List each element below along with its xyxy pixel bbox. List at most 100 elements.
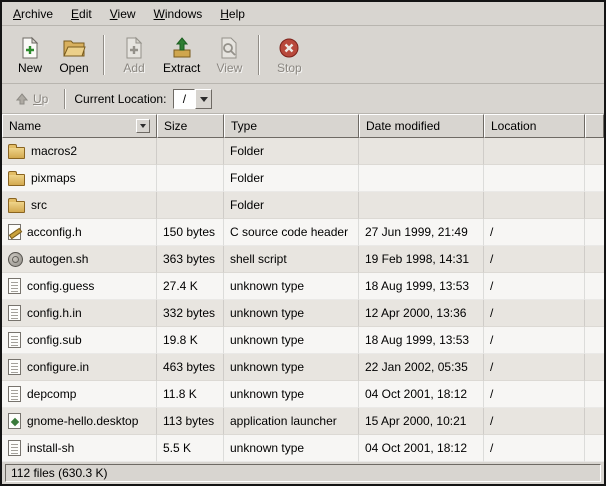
extract-icon [170,36,194,60]
location-bar-separator [64,89,66,109]
date-cell: 22 Jan 2002, 05:35 [359,354,484,381]
up-arrow-icon [16,93,28,105]
name-cell: install-sh [2,435,157,462]
column-header-type-label: Type [231,119,257,133]
column-header-date-modified[interactable]: Date modified [359,114,484,138]
location-combo-dropdown-button[interactable] [195,89,212,109]
file-name: autogen.sh [29,252,88,266]
menu-help[interactable]: Help [211,2,254,26]
table-row[interactable]: config.h.in 332 bytes unknown type 12 Ap… [2,300,604,327]
open-button[interactable]: Open [52,34,96,77]
chevron-down-icon [140,124,146,128]
type-cell: Folder [224,192,359,219]
name-cell: configure.in [2,354,157,381]
row-filler [585,219,604,246]
table-row[interactable]: src Folder [2,192,604,219]
file-name: acconfig.h [27,225,82,239]
column-header-type[interactable]: Type [224,114,359,138]
toolbar-separator [258,35,260,75]
table-row[interactable]: config.sub 19.8 K unknown type 18 Aug 19… [2,327,604,354]
extract-button[interactable]: Extract [156,34,207,77]
view-button-label: View [216,61,242,75]
row-filler [585,246,604,273]
row-filler [585,435,604,462]
name-cell: macros2 [2,138,157,165]
sort-dropdown-button[interactable] [136,119,150,133]
column-header-size[interactable]: Size [157,114,224,138]
column-header-location[interactable]: Location [484,114,585,138]
size-cell: 463 bytes [157,354,224,381]
name-cell: acconfig.h [2,219,157,246]
menu-edit[interactable]: Edit [62,2,101,26]
toolbar: New Open Add Extract View [2,26,604,84]
table-row[interactable]: depcomp 11.8 K unknown type 04 Oct 2001,… [2,381,604,408]
location-cell: / [484,354,585,381]
open-button-label: Open [59,61,88,75]
location-combo[interactable]: / [173,89,212,109]
date-cell: 04 Oct 2001, 18:12 [359,435,484,462]
file-name: config.sub [27,333,82,347]
date-cell: 18 Aug 1999, 13:53 [359,273,484,300]
row-filler [585,300,604,327]
up-button-label: Up [33,92,48,106]
current-location-label: Current Location: [74,92,166,106]
table-row[interactable]: pixmaps Folder [2,165,604,192]
table-row[interactable]: autogen.sh 363 bytes shell script 19 Feb… [2,246,604,273]
new-button[interactable]: New [8,34,52,77]
name-cell: src [2,192,157,219]
type-cell: unknown type [224,435,359,462]
file-name: configure.in [27,360,89,374]
table-row[interactable]: acconfig.h 150 bytes C source code heade… [2,219,604,246]
up-button[interactable]: Up [8,89,56,109]
table-row[interactable]: gnome-hello.desktop 113 bytes applicatio… [2,408,604,435]
menu-archive[interactable]: Archive [4,2,62,26]
column-header-name[interactable]: Name [2,114,157,138]
stop-button[interactable]: Stop [267,34,311,77]
type-cell: unknown type [224,354,359,381]
size-cell: 332 bytes [157,300,224,327]
name-cell: pixmaps [2,165,157,192]
type-cell: unknown type [224,273,359,300]
file-name: gnome-hello.desktop [27,414,138,428]
type-cell: application launcher [224,408,359,435]
location-cell: / [484,327,585,354]
location-cell: / [484,381,585,408]
date-cell: 12 Apr 2000, 13:36 [359,300,484,327]
table-row[interactable]: install-sh 5.5 K unknown type 04 Oct 200… [2,435,604,462]
file-name: src [31,198,47,212]
location-cell: / [484,435,585,462]
size-cell: 27.4 K [157,273,224,300]
table-row[interactable]: configure.in 463 bytes unknown type 22 J… [2,354,604,381]
row-filler [585,408,604,435]
open-folder-icon [62,36,86,60]
location-combo-value: / [173,89,195,109]
row-filler [585,165,604,192]
add-button-label: Add [123,61,144,75]
toolbar-separator [103,35,105,75]
add-button[interactable]: Add [112,34,156,77]
file-icon [8,386,21,402]
name-cell: autogen.sh [2,246,157,273]
new-button-label: New [18,61,42,75]
date-cell [359,138,484,165]
table-row[interactable]: macros2 Folder [2,138,604,165]
size-cell: 363 bytes [157,246,224,273]
file-list: macros2 Folder pixmaps Folder src [2,138,604,462]
column-header-location-label: Location [491,119,536,133]
archive-manager-window: Archive Edit View Windows Help New Open … [0,0,606,486]
menu-windows[interactable]: Windows [145,2,212,26]
column-header-date-modified-label: Date modified [366,119,440,133]
folder-icon [8,174,25,186]
table-row[interactable]: config.guess 27.4 K unknown type 18 Aug … [2,273,604,300]
stop-icon [277,36,301,60]
location-cell: / [484,273,585,300]
size-cell: 19.8 K [157,327,224,354]
view-button[interactable]: View [207,34,251,77]
menu-view[interactable]: View [101,2,145,26]
column-header-size-label: Size [164,119,187,133]
column-header-name-label: Name [9,119,41,133]
new-archive-icon [18,36,42,60]
stop-button-label: Stop [277,61,302,75]
header-filler [585,114,604,138]
file-icon [8,359,21,375]
